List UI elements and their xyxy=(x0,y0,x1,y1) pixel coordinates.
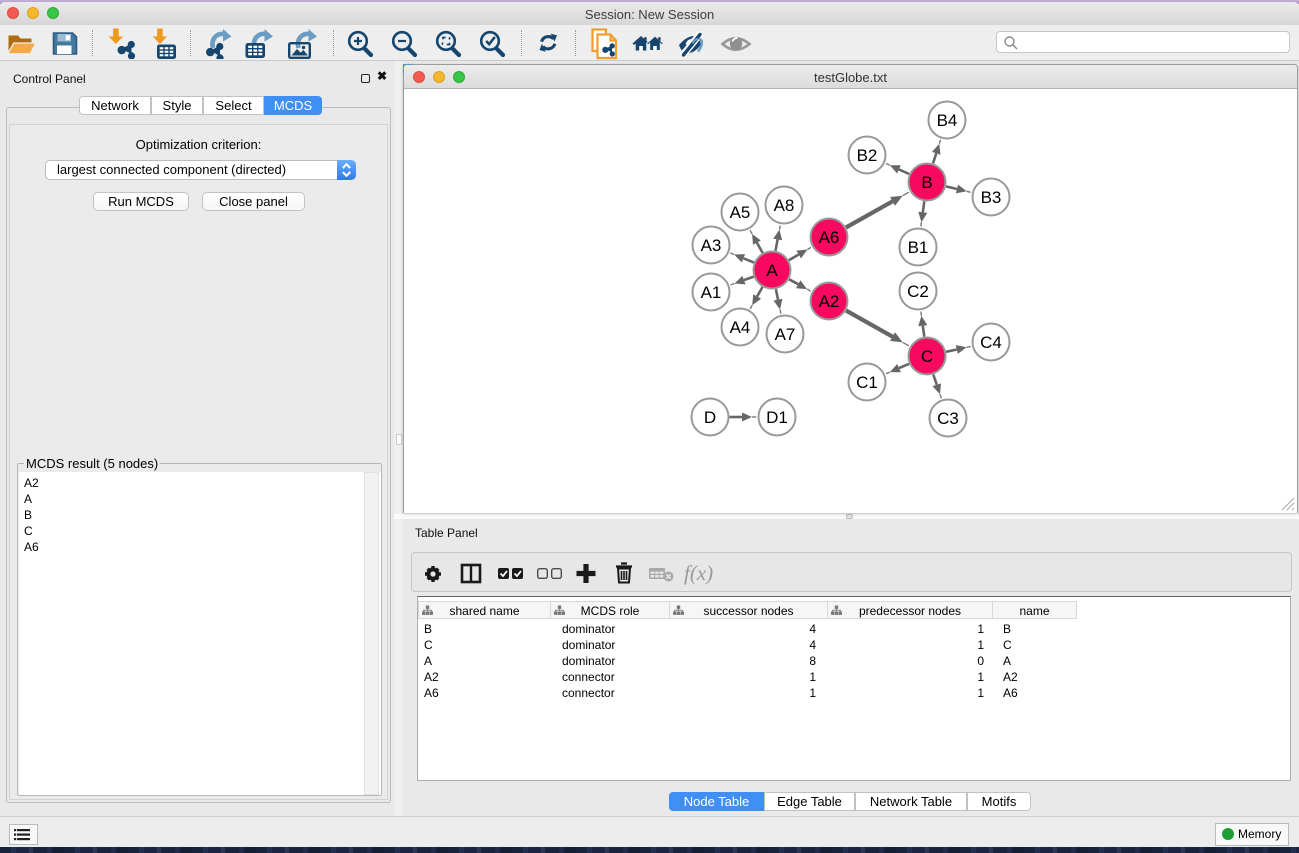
svg-text:B: B xyxy=(921,173,932,192)
svg-text:A3: A3 xyxy=(701,236,722,255)
svg-text:A2: A2 xyxy=(819,292,840,311)
svg-text:D1: D1 xyxy=(766,408,788,427)
svg-text:A: A xyxy=(766,261,778,280)
svg-text:B1: B1 xyxy=(908,238,929,257)
svg-text:C2: C2 xyxy=(907,282,929,301)
svg-text:C3: C3 xyxy=(937,409,959,428)
svg-text:D: D xyxy=(704,408,716,427)
svg-text:A5: A5 xyxy=(730,203,751,222)
svg-text:B4: B4 xyxy=(937,111,958,130)
svg-text:B3: B3 xyxy=(981,188,1002,207)
svg-text:A7: A7 xyxy=(775,325,796,344)
svg-text:C: C xyxy=(921,347,933,366)
svg-text:B2: B2 xyxy=(857,146,878,165)
svg-text:A4: A4 xyxy=(730,318,751,337)
svg-text:A8: A8 xyxy=(774,196,795,215)
svg-text:A6: A6 xyxy=(819,228,840,247)
svg-text:A1: A1 xyxy=(701,283,722,302)
svg-text:C4: C4 xyxy=(980,333,1002,352)
svg-text:C1: C1 xyxy=(856,373,878,392)
